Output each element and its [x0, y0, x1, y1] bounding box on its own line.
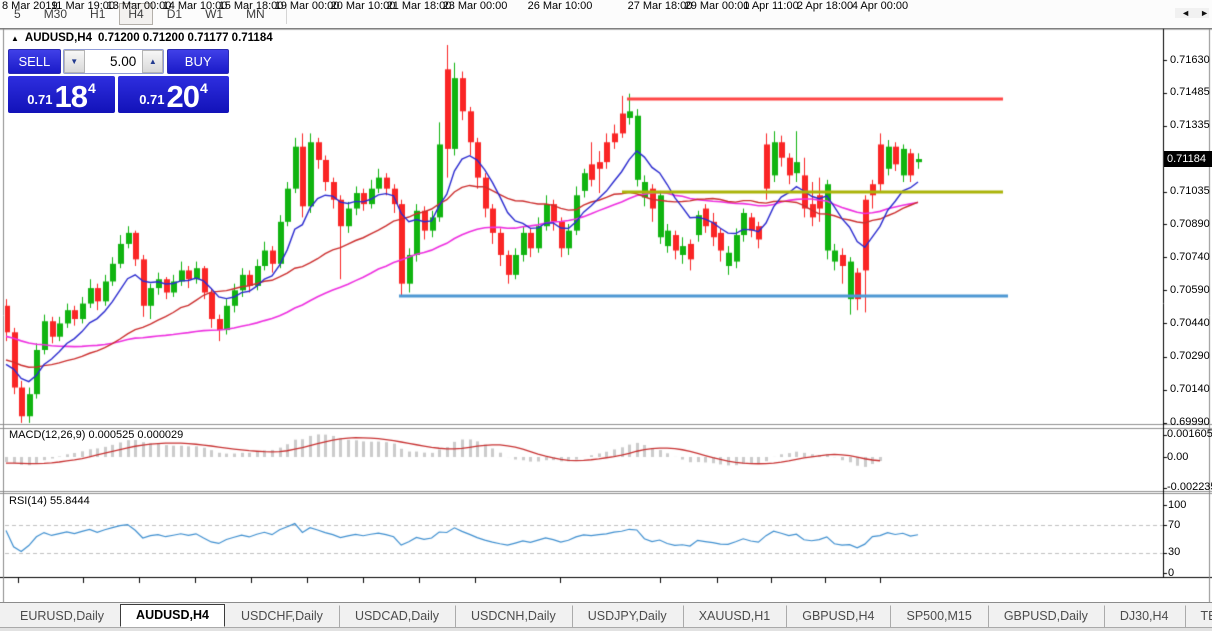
chart-tab-usdcnh-daily[interactable]: USDCNH,Daily [454, 605, 572, 627]
price-axis-tick: 0.70590 [1170, 283, 1210, 296]
chart-ohlc-values: 0.71200 0.71200 0.71177 0.71184 [98, 32, 273, 44]
buy-price-prefix: 0.71 [139, 92, 165, 107]
mt4-terminal: 5 M30 H1 H4 D1 W1 MN ▲ AUDUSD,H4 0.71200 0.712… [0, 0, 1212, 631]
time-axis-tick: 4 Apr 00:00 [851, 0, 909, 12]
chart-tab-gbpusd-daily[interactable]: GBPUSD,Daily [987, 605, 1104, 627]
chart-tab-usdcad-daily[interactable]: USDCAD,Daily [338, 605, 455, 627]
chart-tab-bar: EURUSD,Daily AUDUSD,H4 USDCHF,Daily USDCAD,… [0, 602, 1212, 627]
sell-button[interactable]: SELL [8, 49, 61, 74]
rsi-indicator-label: RSI(14) 55.8444 [9, 495, 90, 507]
bottom-strip [0, 627, 1212, 631]
sell-price-point: 4 [88, 80, 96, 96]
price-axis-tick: 0.70290 [1170, 350, 1210, 363]
price-axis-tick: 0.70890 [1170, 217, 1210, 230]
sell-quote-box[interactable]: 0.71 18 4 [8, 76, 115, 113]
rsi-axis-tick: 100 [1168, 498, 1187, 511]
buy-price-point: 4 [200, 80, 208, 96]
volume-decrease-button[interactable]: ▼ [63, 50, 85, 73]
symbol-collapse-icon[interactable]: ▲ [11, 34, 19, 43]
rsi-axis-tick: 0 [1168, 566, 1175, 579]
macd-axis-tick: 0.001605 [1167, 428, 1212, 441]
chart-tab-sp500-m15[interactable]: SP500,M15 [890, 605, 987, 627]
tab-scroll-arrows: ◄ ► [1175, 8, 1209, 18]
buy-price-pips: 20 [166, 78, 200, 114]
chart-tab-audusd-h4[interactable]: AUDUSD,H4 [120, 604, 225, 627]
chart-tab-dj30-h4[interactable]: DJ30,H4 [1103, 605, 1185, 627]
macd-indicator-label: MACD(12,26,9) 0.000525 0.000029 [9, 429, 184, 441]
chart-tab-eurusd-daily[interactable]: EURUSD,Daily [4, 605, 120, 627]
time-axis-tick: 26 Mar 10:00 [527, 0, 593, 12]
tab-scroll-right-icon[interactable]: ► [1200, 8, 1209, 18]
macd-axis-tick: 0.00 [1167, 450, 1189, 463]
chart-tab-usdchf-daily[interactable]: USDCHF,Daily [225, 605, 339, 627]
volume-input[interactable]: 5.00 [85, 50, 143, 73]
buy-quote-box[interactable]: 0.71 20 4 [118, 76, 229, 113]
buy-button[interactable]: BUY [167, 49, 230, 74]
price-axis-tick: 0.71335 [1170, 119, 1210, 132]
current-price-tag: 0.71184 [1164, 151, 1212, 167]
chart-tab-gbpusd-h4[interactable]: GBPUSD,H4 [786, 605, 890, 627]
price-axis-tick: 0.70140 [1170, 383, 1210, 396]
chart-symbol-label: AUDUSD,H4 [24, 32, 93, 44]
chart-tab-xauusd-h1[interactable]: XAUUSD,H1 [682, 605, 787, 627]
chart-tab-tech100-h1[interactable]: TECH100,H1 [1184, 605, 1212, 627]
rsi-axis-tick: 70 [1168, 518, 1181, 531]
one-click-trade-panel: SELL ▼ 5.00 ▲ BUY 0.71 18 4 0.71 20 4 [8, 49, 230, 113]
sell-price-prefix: 0.71 [27, 92, 53, 107]
price-axis-tick: 0.71630 [1170, 53, 1210, 66]
price-axis-tick: 0.69990 [1170, 416, 1210, 429]
sell-price-pips: 18 [54, 78, 88, 114]
volume-increase-button[interactable]: ▲ [142, 50, 164, 73]
price-axis-tick: 0.71485 [1170, 86, 1210, 99]
chart-tab-usdjpy-daily[interactable]: USDJPY,Daily [571, 605, 683, 627]
macd-axis-tick: -0.002235 [1167, 481, 1212, 494]
price-axis-tick: 0.70440 [1170, 316, 1210, 329]
price-axis-tick: 0.70740 [1170, 250, 1210, 263]
time-axis-tick: 23 Mar 00:00 [442, 0, 508, 12]
chart-title: ▲ AUDUSD,H4 0.71200 0.71200 0.71177 0.71… [11, 32, 273, 44]
volume-stepper: ▼ 5.00 ▲ [62, 49, 165, 74]
tab-scroll-left-icon[interactable]: ◄ [1181, 8, 1190, 18]
price-axis-tick: 0.71035 [1170, 185, 1210, 198]
rsi-axis-tick: 30 [1168, 546, 1181, 559]
